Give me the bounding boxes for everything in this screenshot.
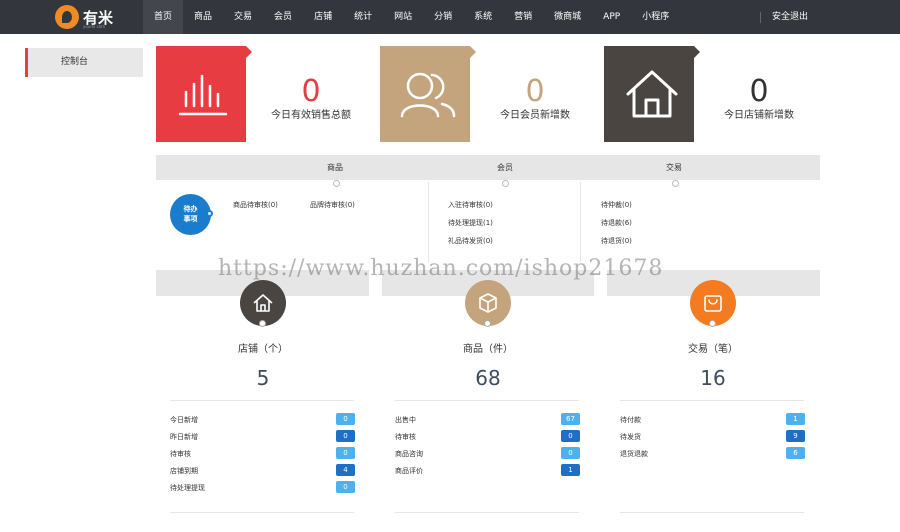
card-trade-title: 交易（笔）: [688, 344, 738, 355]
row-label: 店铺到期: [170, 467, 198, 475]
row-label: 待发货: [620, 433, 641, 441]
card-trade-divider: [620, 400, 804, 401]
logout-link[interactable]: 安全退出: [772, 0, 808, 34]
stat-stores-value: 0: [749, 74, 769, 109]
stat-tile-stores: [604, 46, 700, 142]
row-label: 待付款: [620, 416, 641, 424]
top-navbar: 有米 youmi.com 首页 商品 交易 会员 店铺 统计 网站 分销 系统 …: [0, 0, 900, 34]
count-badge[interactable]: 0: [561, 430, 580, 442]
card-goods-value: 68: [475, 366, 501, 390]
todo-tick-trade: [672, 180, 679, 187]
todo-head-trade: 交易: [666, 163, 682, 172]
row-label: 昨日新增: [170, 433, 198, 441]
nav-micro-mall[interactable]: 微商城: [543, 0, 592, 34]
nav-stats[interactable]: 统计: [343, 0, 383, 34]
home-icon: [604, 46, 700, 142]
todo-badge-line1: 待办: [183, 205, 198, 213]
card-goods-divider: [395, 400, 579, 401]
stat-members-label: 今日会员新增数: [500, 110, 570, 121]
users-icon: [380, 46, 476, 142]
row-label: 待处理提现: [170, 484, 205, 492]
stat-sales-value: 0: [301, 74, 321, 109]
todo-settle-pending[interactable]: 入驻待审核(0): [448, 200, 493, 210]
store-icon: [253, 294, 273, 312]
todo-tick-goods: [333, 180, 340, 187]
card-trade-bottom-line: [620, 512, 804, 513]
todo-header-bar: [156, 155, 820, 180]
count-badge[interactable]: 6: [786, 447, 805, 459]
nav-trade[interactable]: 交易: [223, 0, 263, 34]
count-badge[interactable]: 67: [561, 413, 580, 425]
nav-goods[interactable]: 商品: [183, 0, 223, 34]
stat-members-value: 0: [525, 74, 545, 109]
todo-brand-pending[interactable]: 品牌待审核(0): [310, 200, 355, 210]
box-icon: [479, 293, 497, 313]
count-badge[interactable]: 9: [786, 430, 805, 442]
row-label: 商品评价: [395, 467, 423, 475]
row-label: 出售中: [395, 416, 416, 424]
card-stores-value: 5: [256, 366, 270, 390]
todo-divider: [428, 182, 429, 262]
row-label: 待审核: [395, 433, 416, 441]
nav-mini-program[interactable]: 小程序: [631, 0, 680, 34]
nav-store[interactable]: 店铺: [303, 0, 343, 34]
todo-goods-pending[interactable]: 商品待审核(0): [233, 200, 278, 210]
count-badge[interactable]: 1: [786, 413, 805, 425]
main-nav: 首页 商品 交易 会员 店铺 统计 网站 分销 系统 营销 微商城 APP 小程…: [143, 0, 680, 34]
nav-home[interactable]: 首页: [143, 0, 184, 34]
count-badge[interactable]: 0: [336, 413, 355, 425]
card-trade-value: 16: [700, 366, 726, 390]
logo-icon: [55, 5, 79, 29]
stat-tile-members: [380, 46, 476, 142]
card-stores-bottom-line: [170, 512, 354, 513]
todo-return[interactable]: 待退货(0): [601, 236, 632, 246]
count-badge[interactable]: 0: [336, 430, 355, 442]
card-stores-title: 店铺（个）: [238, 344, 288, 355]
count-badge[interactable]: 0: [561, 447, 580, 459]
nav-website[interactable]: 网站: [383, 0, 423, 34]
row-label: 商品咨询: [395, 450, 423, 458]
stat-tile-sales: [156, 46, 252, 142]
nav-marketing[interactable]: 营销: [503, 0, 543, 34]
stat-stores-label: 今日店铺新增数: [724, 110, 794, 121]
card-goods-title: 商品（件）: [463, 344, 513, 355]
bar-chart-icon: [156, 46, 252, 142]
row-label: 待审核: [170, 450, 191, 458]
todo-arbitration[interactable]: 待仲裁(0): [601, 200, 632, 210]
count-badge[interactable]: 1: [561, 464, 580, 476]
shopping-bag-icon: [704, 295, 722, 312]
nav-member[interactable]: 会员: [263, 0, 303, 34]
todo-refund[interactable]: 待退款(6): [601, 218, 632, 228]
todo-divider: [580, 182, 581, 262]
count-badge[interactable]: 4: [336, 464, 355, 476]
todo-withdraw-pending[interactable]: 待处理提现(1): [448, 218, 493, 228]
card-trade-dot: [709, 320, 716, 327]
todo-gift-pending[interactable]: 礼品待发货(0): [448, 236, 493, 246]
main-content: 0 今日有效销售总额 0 今日会员新增数 0 今日店铺新增数 商品 会员 交易 …: [143, 34, 900, 532]
card-goods-dot: [484, 320, 491, 327]
watermark: https://www.huzhan.com/ishop21678: [218, 256, 664, 281]
logo[interactable]: 有米 youmi.com: [55, 4, 113, 30]
todo-head-goods: 商品: [327, 163, 343, 172]
todo-badge: 待办 事项: [170, 194, 211, 235]
todo-head-members: 会员: [497, 163, 513, 172]
card-goods-bottom-line: [395, 512, 579, 513]
count-badge[interactable]: 0: [336, 447, 355, 459]
row-label: 退货退款: [620, 450, 648, 458]
card-stores-divider: [170, 400, 354, 401]
row-label: 今日新增: [170, 416, 198, 424]
nav-divider: [760, 12, 761, 23]
nav-distribution[interactable]: 分销: [423, 0, 463, 34]
logo-subtext: youmi.com: [83, 24, 106, 29]
sidebar-item-dashboard[interactable]: 控制台: [25, 48, 143, 77]
stat-sales-label: 今日有效销售总额: [271, 110, 351, 121]
nav-app[interactable]: APP: [592, 0, 631, 34]
todo-tick-members: [502, 180, 509, 187]
card-stores-dot: [259, 320, 266, 327]
sidebar: 控制台: [0, 34, 143, 532]
nav-system[interactable]: 系统: [463, 0, 503, 34]
todo-badge-line2: 事项: [183, 215, 198, 223]
count-badge[interactable]: 0: [336, 481, 355, 493]
todo-badge-dot: [206, 210, 213, 217]
